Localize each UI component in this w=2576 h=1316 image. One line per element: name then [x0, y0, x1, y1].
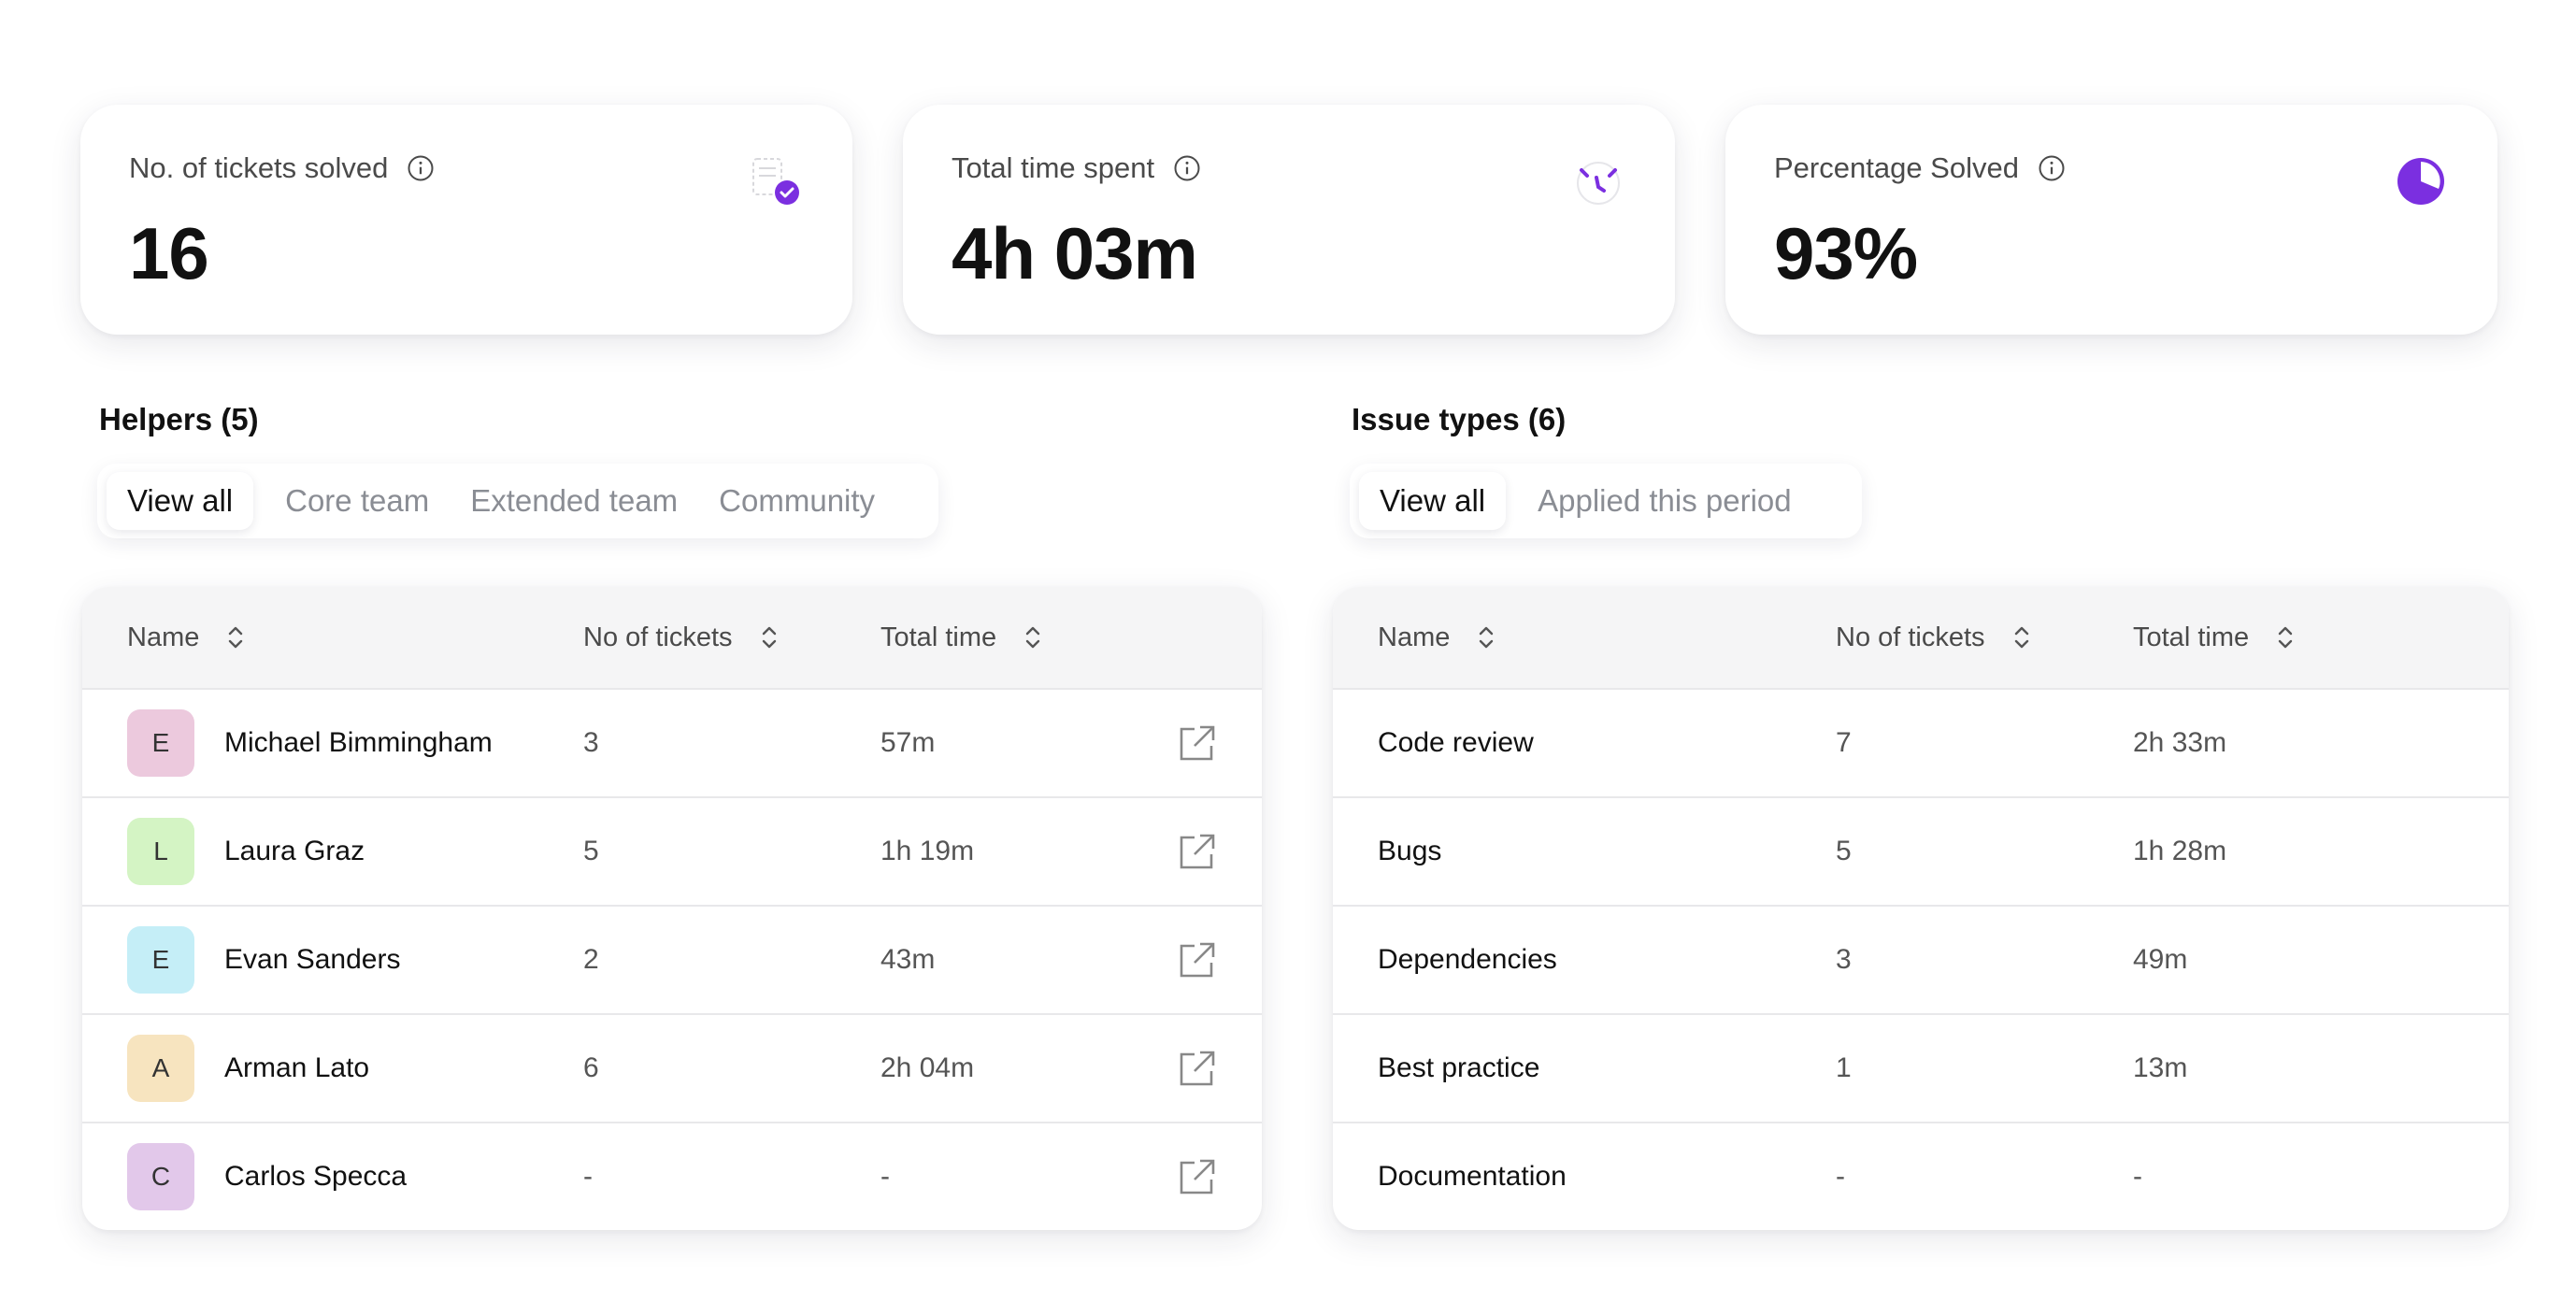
helper-name: Carlos Specca [224, 1161, 408, 1192]
ticket-count: 3 [583, 727, 599, 758]
ticket-count: 6 [583, 1052, 599, 1083]
total-time: 1h 28m [2133, 836, 2227, 866]
column-header-tickets[interactable]: No of tickets [583, 587, 780, 688]
table-row[interactable]: A Arman Lato 6 2h 04m [82, 1013, 1262, 1122]
total-time: 49m [2133, 944, 2188, 975]
column-header-name[interactable]: Name [127, 587, 246, 688]
timer-icon [1577, 162, 1620, 205]
total-time: - [2133, 1161, 2142, 1192]
tab-view-all[interactable]: View all [107, 472, 254, 530]
ticket-count: 7 [1836, 727, 1852, 758]
helpers-table: Name No of tickets Total time E Michael … [82, 587, 1262, 1230]
ticket-count: 5 [583, 836, 599, 866]
stat-value: 93% [1774, 212, 1918, 294]
table-row[interactable]: Dependencies 3 49m [1333, 905, 2509, 1013]
stat-card-percentage-solved: Percentage Solved 93% [1725, 105, 2497, 335]
total-time: - [880, 1161, 890, 1192]
tab-community[interactable]: Community [698, 472, 895, 530]
issue-types-title: Issue types (6) [1352, 402, 1567, 436]
external-link-icon[interactable] [1176, 1157, 1217, 1198]
helper-name: Michael Bimmingham [224, 727, 493, 758]
avatar: E [127, 709, 194, 777]
total-time: 13m [2133, 1052, 2188, 1083]
table-header: Name No of tickets Total time [1333, 587, 2509, 688]
helpers-tabs: View all Core team Extended team Communi… [97, 464, 938, 538]
table-row[interactable]: L Laura Graz 5 1h 19m [82, 796, 1262, 905]
column-header-time[interactable]: Total time [2133, 587, 2296, 688]
helpers-title: Helpers (5) [99, 402, 259, 436]
total-time: 1h 19m [880, 836, 975, 866]
stat-label: No. of tickets solved [129, 151, 389, 184]
table-row[interactable]: Best practice 1 13m [1333, 1013, 2509, 1122]
sort-icon[interactable] [1023, 623, 1043, 651]
issue-name: Best practice [1378, 1052, 1540, 1083]
external-link-icon[interactable] [1176, 940, 1217, 981]
column-header-time[interactable]: Total time [880, 587, 1043, 688]
stat-label: Percentage Solved [1774, 151, 2019, 184]
pie-chart-icon [2397, 158, 2444, 205]
avatar: C [127, 1143, 194, 1210]
column-header-tickets[interactable]: No of tickets [1836, 587, 2032, 688]
info-icon[interactable] [407, 154, 435, 182]
avatar: A [127, 1035, 194, 1102]
sort-icon[interactable] [2275, 623, 2296, 651]
issue-name: Dependencies [1378, 944, 1557, 975]
avatar: L [127, 818, 194, 885]
table-row[interactable]: E Evan Sanders 2 43m [82, 905, 1262, 1013]
table-row[interactable]: Code review 7 2h 33m [1333, 688, 2509, 796]
avatar: E [127, 926, 194, 994]
external-link-icon[interactable] [1176, 832, 1217, 873]
total-time: 2h 04m [880, 1052, 975, 1083]
table-row[interactable]: C Carlos Specca - - [82, 1122, 1262, 1230]
ticket-count: - [583, 1161, 593, 1192]
total-time: 43m [880, 944, 936, 975]
ticket-count: - [1836, 1161, 1845, 1192]
table-row[interactable]: Bugs 5 1h 28m [1333, 796, 2509, 905]
stat-card-total-time: Total time spent 4h 03m [903, 105, 1675, 335]
sort-icon[interactable] [1476, 623, 1496, 651]
external-link-icon[interactable] [1176, 723, 1217, 765]
column-header-name[interactable]: Name [1378, 587, 1496, 688]
ticket-count: 5 [1836, 836, 1852, 866]
total-time: 2h 33m [2133, 727, 2227, 758]
helper-name: Laura Graz [224, 836, 365, 866]
ticket-count: 1 [1836, 1052, 1852, 1083]
stat-card-tickets-solved: No. of tickets solved 16 [80, 105, 852, 335]
stat-value: 16 [129, 212, 209, 294]
issue-name: Documentation [1378, 1161, 1567, 1192]
tab-view-all[interactable]: View all [1359, 472, 1507, 530]
info-icon[interactable] [1173, 154, 1201, 182]
external-link-icon[interactable] [1176, 1049, 1217, 1090]
issue-types-table: Name No of tickets Total time Code revie… [1333, 587, 2509, 1230]
table-row[interactable]: E Michael Bimmingham 3 57m [82, 688, 1262, 796]
sort-icon[interactable] [225, 623, 246, 651]
tab-core-team[interactable]: Core team [265, 472, 450, 530]
ticket-count: 3 [1836, 944, 1852, 975]
issue-name: Code review [1378, 727, 1534, 758]
helper-name: Evan Sanders [224, 944, 401, 975]
info-icon[interactable] [2038, 154, 2066, 182]
tab-extended-team[interactable]: Extended team [450, 472, 698, 530]
issue-name: Bugs [1378, 836, 1442, 866]
sort-icon[interactable] [2011, 623, 2032, 651]
stat-label: Total time spent [952, 151, 1155, 184]
sort-icon[interactable] [759, 623, 780, 651]
stat-value: 4h 03m [952, 212, 1198, 294]
tab-applied-this-period[interactable]: Applied this period [1517, 472, 1812, 530]
table-row[interactable]: Documentation - - [1333, 1122, 2509, 1230]
table-header: Name No of tickets Total time [82, 587, 1262, 688]
ticket-count: 2 [583, 944, 599, 975]
helper-name: Arman Lato [224, 1052, 370, 1083]
ticket-check-icon [752, 158, 799, 205]
issue-types-tabs: View all Applied this period [1350, 464, 1862, 538]
total-time: 57m [880, 727, 936, 758]
